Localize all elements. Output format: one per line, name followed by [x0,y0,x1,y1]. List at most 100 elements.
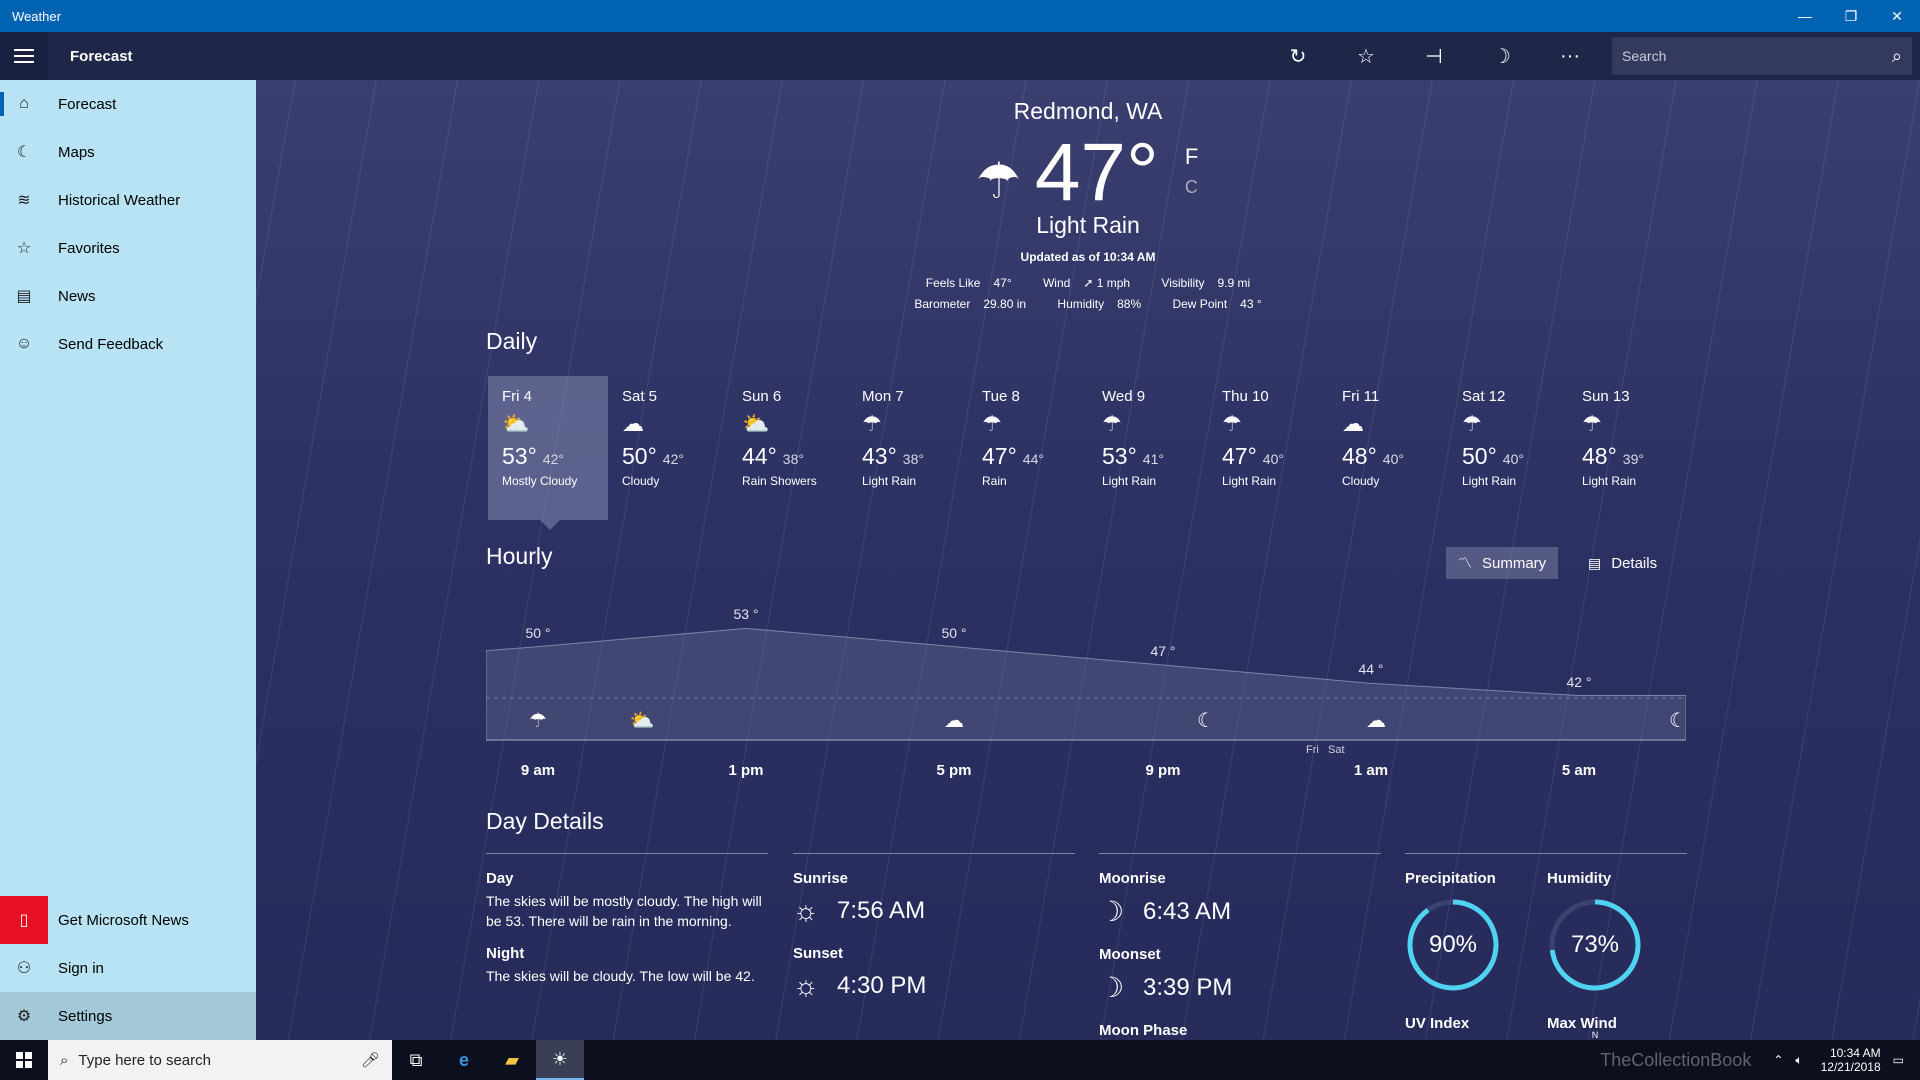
day-card[interactable]: Thu 10 ☂ 47° 40° Light Rain [1208,376,1328,520]
night-label: Night [486,945,525,962]
sidebar-item-favorites[interactable]: ☆ Favorites [0,224,256,272]
hour-temp-label: 42 ° [1566,673,1592,690]
sidebar-item-maps[interactable]: ☾ Maps [0,128,256,176]
day-low: 39° [1622,451,1644,467]
day-condition: Light Rain [1582,474,1637,488]
hour-tick-label: 1 pm [728,762,764,779]
sunrise-label: Sunrise [793,870,849,887]
favorite-button[interactable]: ☆ [1332,32,1400,80]
edge-browser-button[interactable]: e [440,1040,488,1080]
file-explorer-button[interactable]: ▰ [488,1040,536,1080]
summary-label: Summary [1482,554,1547,572]
wind-label: Wind [1042,276,1071,290]
day-low: 40° [1262,451,1284,467]
visibility-label: Visibility [1161,276,1205,290]
moon-phase-label: Moon Phase [1099,1022,1188,1039]
feels-like-label: Feels Like [925,276,981,290]
day-card[interactable]: Sat 12 ☂ 50° 40° Light Rain [1448,376,1568,520]
network-icon[interactable]: ⌃ [1773,1053,1783,1067]
day-card[interactable]: Sun 6 ⛅ 44° 38° Rain Showers [728,376,848,520]
day-high: 50° [1462,443,1497,469]
day-name: Sat 12 [1462,388,1506,405]
day-low: 40° [1502,451,1524,467]
day-card[interactable]: Mon 7 ☂ 43° 38° Light Rain [848,376,968,520]
page-title: Forecast [70,47,133,65]
details-toggle-button[interactable]: ▤ Details [1576,547,1669,579]
taskbar-search-box[interactable]: ⌕ Type here to search 🎤︎ [48,1040,392,1080]
day-name: Fri 4 [502,388,532,405]
hamburger-menu-button[interactable] [0,32,48,80]
day-condition: Cloudy [622,474,660,488]
current-temperature: 47° [1034,127,1159,218]
day-card[interactable]: Fri 4 ⛅ 53° 42° Mostly Cloudy [488,376,608,530]
location-name[interactable]: Redmond, WA [256,98,1920,125]
day-name: Thu 10 [1222,388,1269,405]
chart-icon: ≋ [17,192,31,209]
night-description: The skies will be cloudy. The low will b… [486,968,755,984]
document-icon: ▤ [1588,554,1602,571]
refresh-button[interactable]: ↻ [1264,32,1332,80]
clock[interactable]: 10:34 AM 12/21/2018 [1821,1046,1881,1074]
day-card[interactable]: Sun 13 ☂ 48° 39° Light Rain [1568,376,1688,520]
notifications-icon[interactable]: ▭ [1893,1053,1904,1067]
day-card[interactable]: Fri 11 ☁ 48° 40° Cloudy [1328,376,1448,520]
hamburger-icon [14,49,34,51]
humidity-label: Humidity [1057,297,1105,311]
smiley-icon: ☺ [15,335,33,352]
task-view-icon: ⧉ [409,1049,423,1070]
system-tray: TheCollectionBook ⌃ 🔈︎ 10:34 AM 12/21/20… [1600,1046,1920,1074]
stats-row-2: Barometer 29.80 in Humidity 88% Dew Point 4… [256,297,1920,311]
sidebar-item-historical-weather[interactable]: ≋ Historical Weather [0,176,256,224]
humidity-gauge: Humidity 73% Max Wind N [1547,870,1643,1040]
day-name: Tue 8 [982,388,1020,405]
moon-column: Moonrise ☽ 6:43 AM Moonset ☽ 3:39 PM Moon … [1099,853,1381,1039]
sidebar-item-forecast[interactable]: ⌂ Forecast [0,80,256,128]
day-condition: Rain [982,474,1007,488]
sidebar-item-get-microsoft-news[interactable]: ▯ Get Microsoft News [0,896,256,944]
hour-weather-icon: ☁ [944,710,964,732]
volume-icon[interactable]: 🔈︎ [1795,1053,1802,1068]
sidebar-item-settings[interactable]: ⚙ Settings [0,992,256,1040]
microphone-icon[interactable]: 🎤︎ [361,1051,380,1069]
sidebar-item-send-feedback[interactable]: ☺ Send Feedback [0,320,256,368]
sidebar-item-news[interactable]: ▤ News [0,272,256,320]
gear-icon: ⚙ [16,1008,32,1025]
celsius-toggle[interactable]: C [1185,172,1198,202]
person-icon: ⚇ [16,960,32,977]
taskbar: ⌕ Type here to search 🎤︎ ⧉ e ▰ ☀ TheColl… [0,1040,1920,1080]
day-details-title: Day Details [486,808,604,834]
task-view-button[interactable]: ⧉ [392,1040,440,1080]
details-label: Details [1611,554,1658,572]
moonrise-icon: ☽ [1099,896,1125,927]
taskbar-search-placeholder: Type here to search [78,1051,211,1069]
weather-app-button[interactable]: ☀ [536,1040,584,1080]
sun-icon: ☀ [551,1048,569,1069]
search-box: ⌕ [1612,37,1912,75]
sidebar-item-label: Forecast [58,95,117,113]
hour-temp-label: 50 ° [941,624,967,641]
minimize-button[interactable]: — [1782,0,1828,32]
day-card[interactable]: Tue 8 ☂ 47° 44° Rain [968,376,1088,520]
gauges-column: Precipitation 90% UV Index Humidity 73% … [1405,853,1687,1040]
sunrise-time: 7:56 AM [837,897,926,924]
close-button[interactable]: ✕ [1874,0,1920,32]
hour-temp-label: 50 ° [525,624,551,641]
hour-temp-label: 47 ° [1150,643,1176,659]
dark-mode-button[interactable]: ☽ [1468,32,1536,80]
search-input[interactable] [1622,48,1892,64]
day-card[interactable]: Sat 5 ☁ 50° 42° Cloudy [608,376,728,520]
restore-button[interactable]: ❐ [1828,0,1874,32]
search-icon[interactable]: ⌕ [1892,46,1902,67]
sunset-time: 4:30 PM [837,972,927,999]
more-options-button[interactable]: ··· [1536,32,1604,80]
pin-button[interactable]: ⊣ [1400,32,1468,80]
windows-logo-icon [16,1052,32,1068]
start-button[interactable] [0,1040,48,1080]
sat-label: Sat [1328,744,1345,756]
summary-toggle-button[interactable]: 〽 Summary [1446,547,1559,579]
rain-icon: ☂ [1102,411,1122,436]
fahrenheit-toggle[interactable]: F [1185,142,1198,172]
sidebar-item-sign-in[interactable]: ⚇ Sign in [0,944,256,992]
hour-tick-label: 5 am [1561,762,1597,779]
day-card[interactable]: Wed 9 ☂ 53° 41° Light Rain [1088,376,1208,520]
